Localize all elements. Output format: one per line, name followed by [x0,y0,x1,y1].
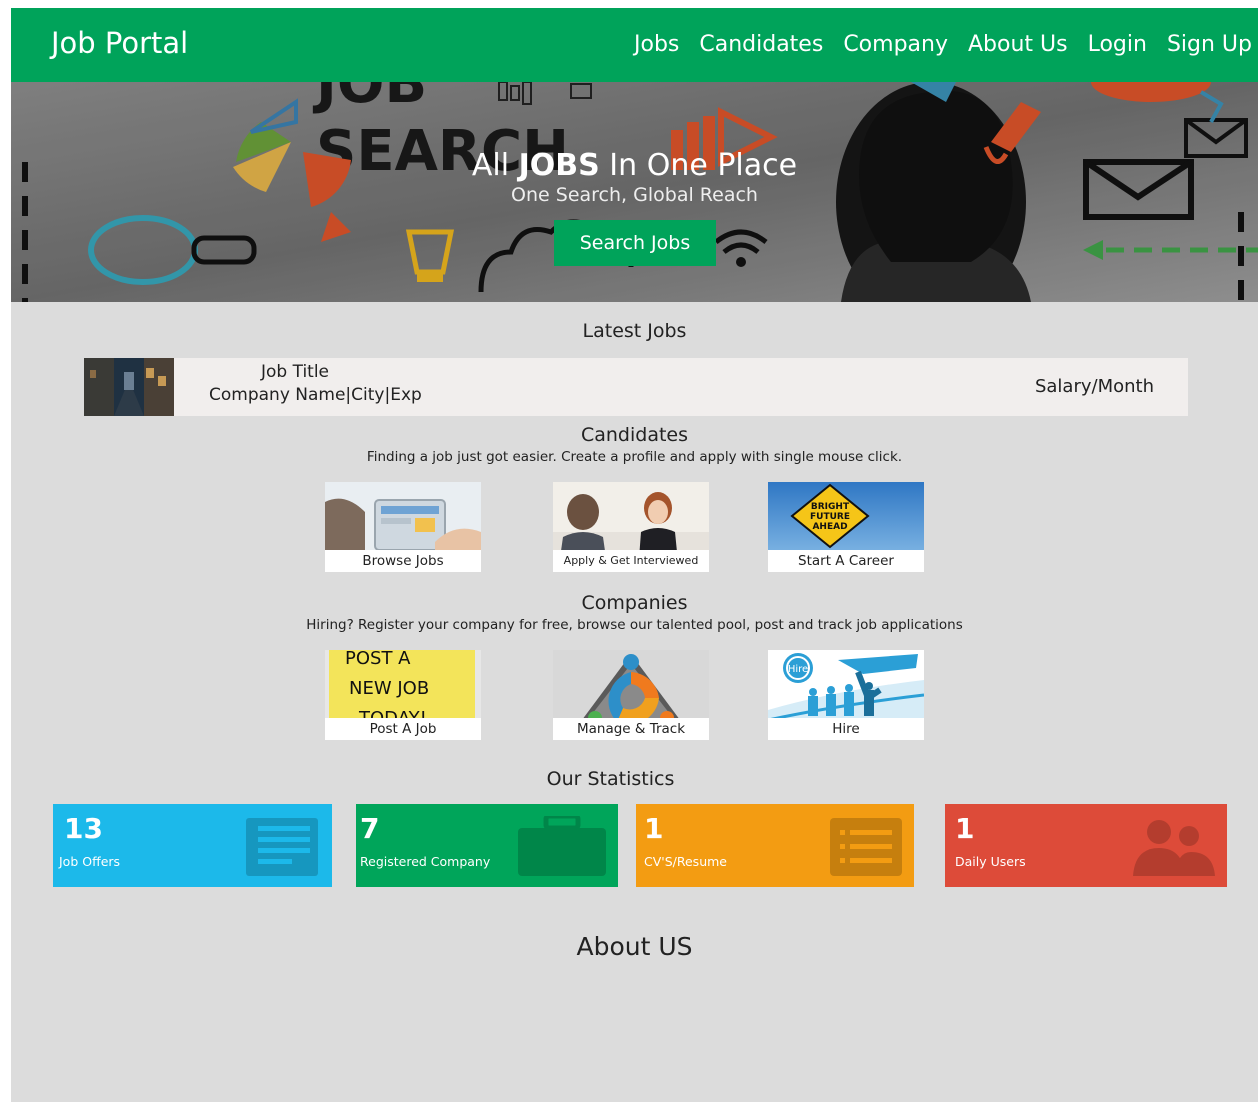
search-jobs-button[interactable]: Search Jobs [554,220,716,266]
start-career-label: Start A Career [768,550,924,572]
hero-subtitle: One Search, Global Reach [511,184,758,206]
candidates-description: Finding a job just got easier. Create a … [366,449,903,465]
stat-registered-company-value: 7 [360,812,380,845]
svg-text:POST A: POST A [345,650,411,669]
nav-links: Jobs Candidates Company About Us Login S… [634,32,1252,57]
start-career-tile[interactable]: BRIGHT FUTURE AHEAD Start A Career [768,482,924,572]
hero-banner: JOB SEARCH All JOBS In One Place One Sea… [11,82,1258,302]
stat-cv-resume-value: 1 [644,812,664,845]
nav-link-candidates[interactable]: Candidates [699,32,823,57]
briefcase-icon [518,816,606,876]
svg-text:Hire: Hire [788,664,808,675]
stat-cv-resume: 1 CV'S/Resume [636,804,914,887]
job-meta: Company Name|City|Exp [209,385,422,405]
stat-job-offers: 13 Job Offers [53,804,332,887]
browse-jobs-tile[interactable]: Browse Jobs [325,482,481,572]
svg-text:NEW JOB: NEW JOB [349,678,429,699]
statistics-heading: Our Statistics [546,768,675,790]
document-icon [246,818,318,876]
nav-link-login[interactable]: Login [1088,32,1147,57]
stat-daily-users: 1 Daily Users [945,804,1227,887]
post-a-job-label: Post A Job [325,718,481,740]
svg-text:FUTURE: FUTURE [810,512,850,522]
users-icon [1133,820,1215,876]
stat-cv-resume-label: CV'S/Resume [644,854,727,869]
stat-registered-company: 7 Registered Company [356,804,618,887]
stat-registered-company-label: Registered Company [360,854,491,869]
post-a-job-tile[interactable]: POST A NEW JOB TODAY! Post A Job [325,650,481,740]
stat-job-offers-value: 13 [64,812,103,845]
hire-label: Hire [768,718,924,740]
svg-text:AHEAD: AHEAD [812,522,847,532]
job-listing-card[interactable]: Job Title Company Name|City|Exp Salary/M… [84,358,1188,416]
stat-job-offers-label: Job Offers [59,854,121,869]
page-frame: Job Portal Jobs Candidates Company About… [11,8,1258,1102]
nav-link-company[interactable]: Company [843,32,948,57]
about-us-heading: About US [576,932,693,961]
nav-link-sign-up[interactable]: Sign Up [1167,32,1252,57]
manage-track-tile[interactable]: Manage & Track [553,650,709,740]
job-thumbnail-image [84,358,174,416]
nav-link-about-us[interactable]: About Us [968,32,1068,57]
brand-logo[interactable]: Job Portal [51,26,188,60]
navbar: Job Portal Jobs Candidates Company About… [11,8,1258,82]
nav-link-jobs[interactable]: Jobs [634,32,679,57]
hire-tile[interactable]: Hire Hire [768,650,924,740]
stat-daily-users-label: Daily Users [955,854,1026,869]
list-icon [830,818,902,876]
job-salary: Salary/Month [1034,376,1154,397]
browse-jobs-label: Browse Jobs [325,550,481,572]
job-title[interactable]: Job Title [180,362,410,382]
candidates-heading: Candidates [580,424,689,446]
manage-track-label: Manage & Track [553,718,709,740]
latest-jobs-heading: Latest Jobs [582,320,687,342]
apply-interviewed-label: Apply & Get Interviewed [553,550,709,572]
stat-daily-users-value: 1 [955,812,975,845]
apply-interviewed-tile[interactable]: Apply & Get Interviewed [553,482,709,572]
companies-description: Hiring? Register your company for free, … [306,617,963,633]
hero-title: All JOBS In One Place [471,148,798,183]
svg-text:BRIGHT: BRIGHT [811,502,850,512]
companies-heading: Companies [581,592,688,614]
